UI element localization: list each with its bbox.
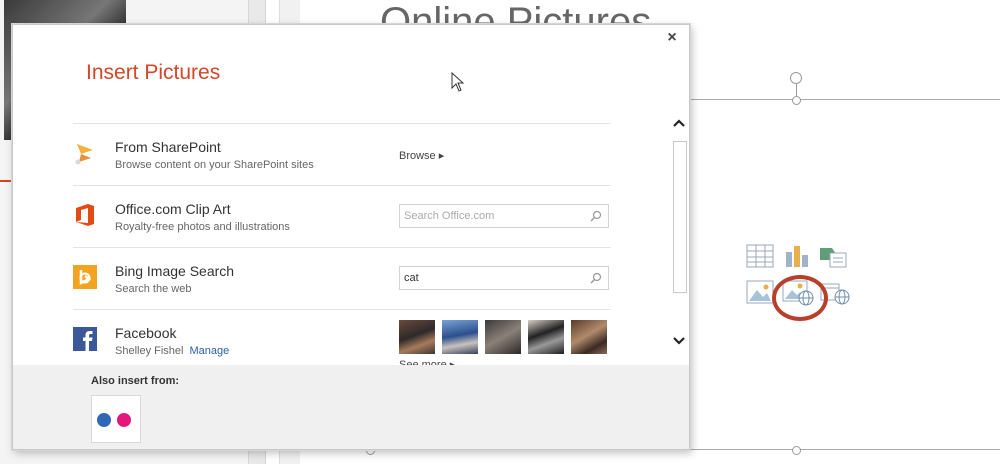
source-row-facebook: Facebook Shelley FishelManage See more ▸	[73, 309, 611, 371]
rotate-handle-icon[interactable]	[790, 72, 802, 84]
facebook-account-name: Shelley Fishel	[115, 345, 184, 357]
source-subtitle: Search the web	[115, 283, 192, 295]
chevron-down-icon[interactable]	[672, 335, 686, 347]
search-icon[interactable]	[590, 272, 602, 284]
smartart-icon[interactable]	[818, 244, 848, 268]
source-subtitle: Browse content on your SharePoint sites	[115, 159, 314, 171]
dialog-title: Insert Pictures	[86, 61, 221, 84]
flickr-button[interactable]	[91, 395, 141, 443]
close-button[interactable]: ×	[663, 29, 681, 47]
highlight-circle	[772, 275, 828, 321]
source-title: Bing Image Search	[115, 263, 235, 279]
flickr-blue-dot-icon	[97, 413, 111, 427]
resize-handle-top[interactable]	[792, 96, 801, 105]
insert-pictures-dialog: × Insert Pictures From SharePoint Browse…	[12, 24, 690, 450]
manage-link[interactable]: Manage	[189, 345, 229, 357]
bing-search-field[interactable]	[399, 266, 609, 290]
placeholder-top-border	[690, 99, 1000, 100]
office-search-input[interactable]	[404, 208, 584, 224]
scrollbar-thumb[interactable]	[673, 141, 687, 293]
also-insert-panel: Also insert from:	[13, 365, 689, 449]
table-icon[interactable]	[746, 244, 774, 268]
source-subtitle: Royalty-free photos and illustrations	[115, 221, 290, 233]
dialog-scrollbar[interactable]	[669, 117, 689, 353]
source-title: Facebook	[115, 325, 177, 341]
chart-icon[interactable]	[784, 244, 810, 268]
bing-icon	[73, 265, 97, 289]
chevron-up-icon[interactable]	[672, 117, 686, 129]
facebook-icon	[73, 327, 97, 351]
browse-link[interactable]: Browse ▸	[399, 149, 444, 162]
office-search-field[interactable]	[399, 204, 609, 228]
bing-search-input[interactable]	[404, 270, 584, 286]
facebook-photo-thumbnail[interactable]	[399, 320, 435, 354]
source-row-bing: Bing Image Search Search the web	[73, 247, 611, 309]
picture-sources-list: From SharePoint Browse content on your S…	[73, 123, 611, 371]
source-row-office: Office.com Clip Art Royalty-free photos …	[73, 185, 611, 247]
facebook-photo-thumbnail[interactable]	[485, 320, 521, 354]
source-row-sharepoint: From SharePoint Browse content on your S…	[73, 123, 611, 185]
resize-handle-bottom[interactable]	[792, 446, 801, 455]
pictures-icon[interactable]	[746, 280, 774, 304]
placeholder-bottom-border	[690, 449, 1000, 450]
facebook-photo-thumbnail[interactable]	[528, 320, 564, 354]
flickr-pink-dot-icon	[117, 413, 131, 427]
also-insert-label: Also insert from:	[91, 375, 180, 387]
source-title: Office.com Clip Art	[115, 201, 231, 217]
facebook-photo-thumbnail[interactable]	[571, 320, 607, 354]
sharepoint-icon	[75, 144, 93, 165]
mouse-cursor-icon	[451, 72, 465, 92]
office-icon	[76, 204, 94, 226]
source-subtitle: Shelley Fishel Manage	[115, 345, 229, 357]
source-title: From SharePoint	[115, 139, 221, 155]
facebook-photo-strip	[399, 320, 614, 356]
facebook-photo-thumbnail[interactable]	[442, 320, 478, 354]
search-icon[interactable]	[590, 210, 602, 222]
